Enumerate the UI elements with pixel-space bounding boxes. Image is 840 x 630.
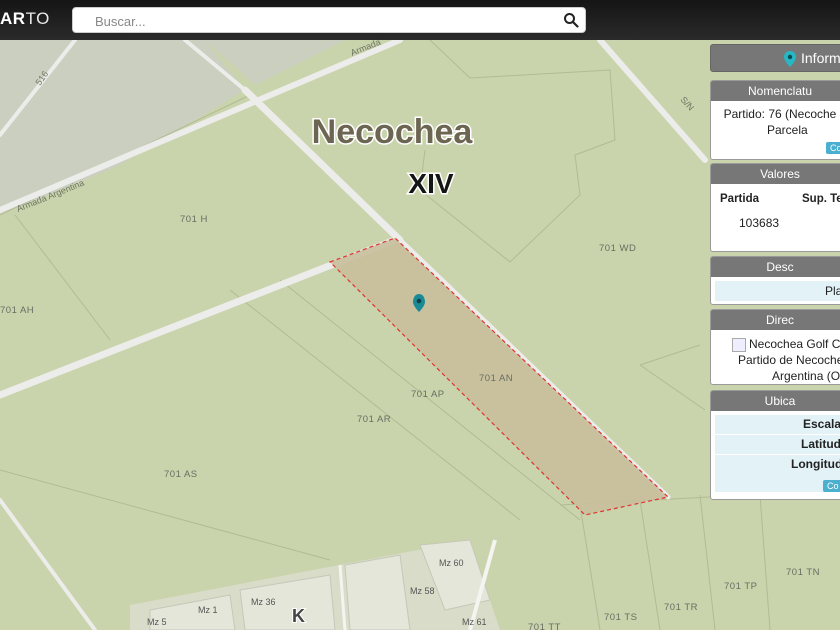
descripcion-value: Pla (715, 281, 840, 301)
logo-light: TO (25, 9, 50, 28)
search-input[interactable] (93, 11, 557, 31)
search-box[interactable] (72, 7, 586, 33)
parcel-label-701tr: 701 TR (664, 602, 698, 613)
app-logo[interactable]: ARTO (0, 9, 50, 29)
panel-title-bar: Inform (710, 44, 840, 72)
zone-label: XIV (408, 168, 453, 199)
ubicacion-button[interactable]: Co (823, 476, 840, 494)
nomenclatura-line2: Parcela (767, 123, 808, 137)
ubicacion-latitud: Latitud: (715, 435, 840, 455)
info-panel: Inform Nomenclatu Partido: 76 (Necoche P… (707, 40, 840, 500)
parcel-label-701ah: 701 AH (0, 305, 34, 316)
nomenclatura-header: Nomenclatu (711, 81, 840, 101)
direccion-line2: Partido de Necochea (738, 353, 840, 367)
valores-partida-value: 103683 (739, 216, 780, 230)
logo-bold: AR (0, 9, 26, 28)
block-label-mz5: Mz 5 (147, 617, 167, 627)
valores-col-sup: Sup. Te (802, 193, 840, 205)
valores-section: Valores Partida Sup. Te 103683 (710, 163, 840, 252)
ubicacion-longitud: Longitud: (715, 455, 840, 474)
nomenclatura-button-label: Co (826, 142, 840, 154)
parcel-label-701ap: 701 AP (411, 389, 445, 400)
parcel-label-701tt: 701 TT (528, 622, 561, 630)
block-label-mz1: Mz 1 (198, 605, 218, 615)
ubicacion-header: Ubica (711, 391, 840, 411)
search-icon[interactable] (563, 12, 579, 28)
ubicacion-escala: Escala: (715, 415, 840, 435)
direccion-line3: Argentina (Op (772, 369, 840, 383)
parcel-label-701ar: 701 AR (357, 414, 391, 425)
valores-col-partida: Partida (720, 193, 759, 205)
direccion-header: Direc (711, 310, 840, 330)
descripcion-section: Desc Pla (710, 256, 840, 305)
block-label-mz36: Mz 36 (251, 597, 276, 607)
direccion-section: Direc Necochea Golf Clu Partido de Necoc… (710, 309, 840, 385)
panel-title: Inform (801, 50, 840, 66)
nomenclatura-line1: Partido: 76 (Necoche (723, 107, 837, 121)
nomenclatura-button[interactable]: Co (826, 138, 840, 156)
top-bar: ARTO (0, 0, 840, 40)
direccion-line1: Necochea Golf Clu (749, 337, 840, 351)
city-label: Necochea (312, 113, 474, 151)
valores-header: Valores (711, 164, 840, 184)
parcel-label-701ts: 701 TS (604, 612, 637, 623)
image-icon (732, 338, 746, 352)
nomenclatura-section: Nomenclatu Partido: 76 (Necoche Parcela … (710, 80, 840, 160)
ubicacion-button-row: Co (715, 474, 840, 492)
parcel-label-701wd: 701 WD (599, 243, 636, 254)
ubicacion-section: Ubica Escala: Latitud: Longitud: Co (710, 390, 840, 500)
block-label-mz58: Mz 58 (410, 586, 435, 596)
ubicacion-button-label: Co (823, 480, 840, 492)
parcel-label-701an: 701 AN (479, 373, 513, 384)
parcel-label-701h: 701 H (180, 214, 208, 225)
parcel-label-701tp: 701 TP (724, 581, 757, 592)
map-pin-icon (784, 51, 796, 67)
descripcion-header: Desc (711, 257, 840, 277)
block-label-mz60: Mz 60 (439, 558, 464, 568)
block-label-k: K (292, 606, 305, 626)
parcel-label-701tn: 701 TN (786, 567, 820, 578)
parcel-label-701as: 701 AS (164, 469, 198, 480)
block-label-mz61: Mz 61 (462, 617, 487, 627)
